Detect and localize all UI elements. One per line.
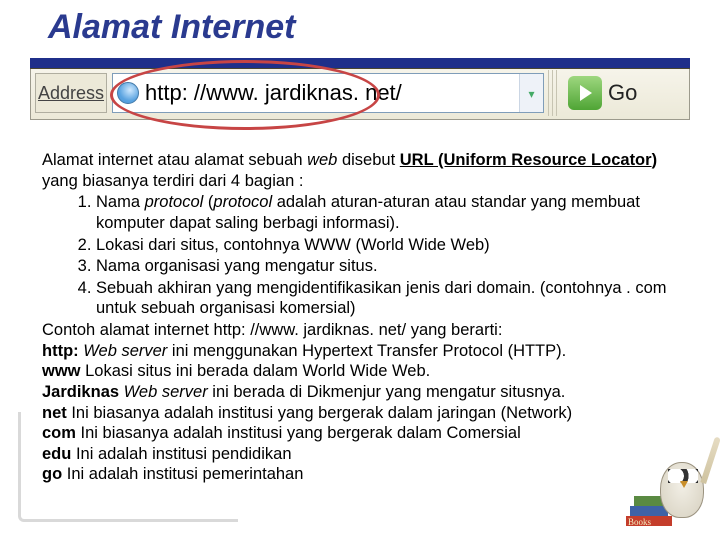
url-input[interactable]: http: //www. jardiknas. net/ ▾ [112, 73, 544, 113]
def-term: Jardiknas [42, 383, 119, 401]
def-tail: Ini biasanya adalah institusi yang berge… [71, 404, 572, 422]
owl-body-icon [660, 462, 704, 518]
definition-line: net Ini biasanya adalah institusi yang b… [42, 403, 672, 424]
toolbar-separator [548, 70, 558, 116]
address-label-box[interactable]: Address [35, 73, 107, 113]
title-underline [30, 58, 690, 68]
toolbar-top-border [30, 68, 690, 69]
def-tail: ini menggunakan Hypertext Transfer Proto… [167, 342, 566, 360]
intro-tail: yang biasanya terdiri dari 4 bagian : [42, 172, 303, 190]
definition-line: go Ini adalah institusi pemerintahan [42, 464, 672, 485]
definition-line: Jardiknas Web server ini berada di Dikme… [42, 382, 672, 403]
def-tail: Lokasi situs ini berada dalam World Wide… [85, 362, 430, 380]
numbered-list: Nama protocol (protocol adalah aturan-at… [90, 192, 672, 319]
url-dropdown-button[interactable]: ▾ [519, 74, 543, 113]
url-text: http: //www. jardiknas. net/ [145, 80, 402, 106]
def-term: net [42, 404, 67, 422]
intro-close: ) [652, 151, 658, 169]
go-label: Go [608, 80, 637, 106]
definition-line: http: Web server ini menggunakan Hyperte… [42, 341, 672, 362]
def-term: www [42, 362, 81, 380]
def-italic: Web server [124, 383, 208, 401]
definitions: http: Web server ini menggunakan Hyperte… [42, 341, 672, 485]
li1-i1: protocol [145, 193, 204, 211]
def-tail: Ini adalah institusi pendidikan [76, 445, 292, 463]
definition-line: com Ini biasanya adalah institusi yang b… [42, 423, 672, 444]
def-term: com [42, 424, 76, 442]
owl-illustration [626, 436, 706, 526]
list-item: Sebuah akhiran yang mengidentifikasikan … [96, 278, 672, 319]
go-button[interactable]: Go [562, 73, 643, 113]
slide: Alamat Internet Address http: //www. jar… [0, 0, 720, 540]
intro-mid: disebut [337, 151, 399, 169]
address-label: Address [38, 83, 104, 104]
def-tail: Ini adalah institusi pemerintahan [67, 465, 304, 483]
intro-pre: Alamat internet atau alamat sebuah [42, 151, 307, 169]
def-tail: Ini biasanya adalah institusi yang berge… [81, 424, 521, 442]
quill-icon [700, 436, 720, 484]
li1-mid1: ( [203, 193, 213, 211]
def-term: edu [42, 445, 71, 463]
def-tail: ini berada di Dikmenjur yang mengatur si… [208, 383, 566, 401]
intro-web: web [307, 151, 337, 169]
li1-i2: protocol [213, 193, 272, 211]
arrow-right-icon [568, 76, 602, 110]
definition-line: edu Ini adalah institusi pendidikan [42, 444, 672, 465]
slide-title: Alamat Internet [48, 8, 296, 47]
def-term: go [42, 465, 62, 483]
list-item: Nama protocol (protocol adalah aturan-at… [96, 192, 672, 233]
intro-url-term: URL (Uniform Resource Locator [400, 151, 652, 169]
list-item: Nama organisasi yang mengatur situs. [96, 256, 672, 277]
li1-pre: Nama [96, 193, 145, 211]
example-intro: Contoh alamat internet http: //www. jard… [42, 320, 672, 341]
intro-line: Alamat internet atau alamat sebuah web d… [42, 150, 672, 191]
body-text: Alamat internet atau alamat sebuah web d… [42, 150, 672, 485]
list-item: Lokasi dari situs, contohnya WWW (World … [96, 235, 672, 256]
definition-line: www Lokasi situs ini berada dalam World … [42, 361, 672, 382]
def-term: http: [42, 342, 79, 360]
globe-icon [117, 82, 139, 104]
def-italic: Web server [83, 342, 167, 360]
